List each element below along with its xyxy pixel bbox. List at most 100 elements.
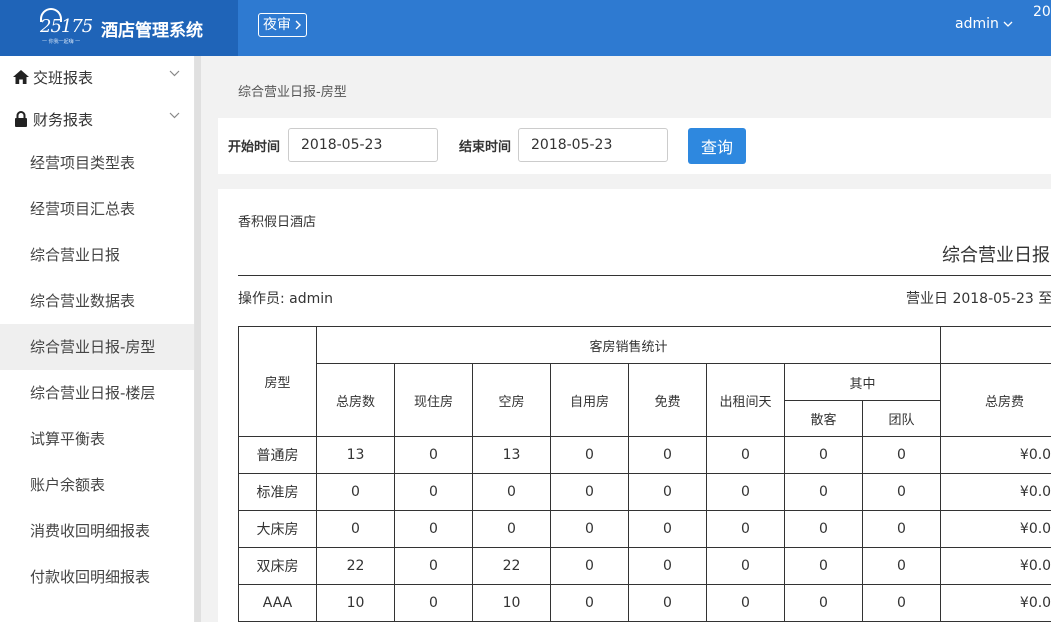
sidebar-item-business-data[interactable]: 综合营业数据表 [0, 278, 194, 324]
sidebar: 交班报表 财务报表 经营项目类型表 经营项目汇总表 综合营业日报 综合营业数据表… [0, 56, 195, 622]
cell-free: 0 [628, 473, 707, 511]
col-header-self-use: 自用房 [550, 363, 629, 437]
table-row: 双床房 22 0 22 0 0 0 0 0 ¥0.00 [238, 547, 1051, 585]
chevron-right-icon [295, 20, 301, 30]
cell-free: 0 [628, 436, 707, 474]
cell-rented: 0 [706, 473, 785, 511]
filter-panel: 开始时间 2018-05-23 结束时间 2018-05-23 查询 [218, 118, 1051, 174]
cell-free: 0 [628, 510, 707, 548]
cell-total: 0 [316, 473, 395, 511]
cell-vacant: 10 [472, 584, 551, 622]
cell-self-use: 0 [550, 547, 629, 585]
sidebar-item-business-type[interactable]: 经营项目类型表 [0, 140, 194, 186]
col-header-rented-days: 出租间天 [706, 363, 785, 437]
col-header-walk-in: 散客 [784, 400, 863, 437]
cell-rented: 0 [706, 584, 785, 622]
cell-occupied: 0 [394, 473, 473, 511]
sidebar-item-account-balance[interactable]: 账户余额表 [0, 462, 194, 508]
logo-number: 25175 [40, 16, 93, 37]
sidebar-item-daily-report[interactable]: 综合营业日报 [0, 232, 194, 278]
sidebar-item-daily-report-floor[interactable]: 综合营业日报-楼层 [0, 370, 194, 416]
sidebar-group-label: 财务报表 [33, 110, 94, 129]
cell-walk-in: 0 [784, 436, 863, 474]
brand-logo: 25175 一 你我一起嗨 一 [36, 8, 94, 48]
cell-total: 22 [316, 547, 395, 585]
cell-group: 0 [861, 510, 942, 548]
truncated-header-text: 20 [1033, 4, 1051, 20]
cell-total: 10 [316, 584, 395, 622]
report-table: 房型 客房销售统计 总房数 现住房 空房 自用房 免费 出租间天 其中 总房费 … [238, 326, 1051, 622]
col-header-occupied: 现住房 [394, 363, 473, 437]
cell-fee: ¥0.00 [940, 473, 1051, 511]
logo-area[interactable]: 25175 一 你我一起嗨 一 酒店管理系统 [0, 0, 238, 56]
chevron-down-icon [169, 69, 180, 80]
table-row: AAA 10 0 10 0 0 0 0 0 ¥0.00 [238, 584, 1051, 622]
report-panel: 香积假日酒店 综合营业日报 操作员: admin 营业日 2018-05-23 … [218, 189, 1051, 622]
query-button[interactable]: 查询 [688, 128, 746, 164]
app-title: 酒店管理系统 [101, 21, 203, 41]
chevron-down-icon [169, 111, 180, 122]
cell-group: 0 [861, 584, 942, 622]
col-header-free: 免费 [628, 363, 707, 437]
night-audit-label: 夜审 [263, 17, 291, 33]
end-date-label: 结束时间 [459, 140, 512, 155]
cell-group: 0 [861, 547, 942, 585]
home-icon [12, 70, 30, 84]
cell-occupied: 0 [394, 510, 473, 548]
cell-group: 0 [861, 473, 942, 511]
sidebar-item-trial-balance[interactable]: 试算平衡表 [0, 416, 194, 462]
business-date-label: 营业日 2018-05-23 至 [906, 291, 1051, 307]
sidebar-group-shift-reports[interactable]: 交班报表 [0, 56, 194, 98]
cell-vacant: 13 [472, 436, 551, 474]
cell-walk-in: 0 [784, 510, 863, 548]
sidebar-group-finance-reports[interactable]: 财务报表 [0, 98, 194, 140]
cell-room-type: 普通房 [238, 436, 317, 474]
user-menu[interactable]: admin [955, 16, 1013, 32]
sidebar-item-daily-report-room-type[interactable]: 综合营业日报-房型 [0, 324, 194, 370]
table-row: 标准房 0 0 0 0 0 0 0 0 ¥0.00 [238, 473, 1051, 511]
night-audit-button[interactable]: 夜审 [258, 13, 307, 37]
col-header-blank [940, 326, 1051, 364]
cell-rented: 0 [706, 436, 785, 474]
cell-vacant: 0 [472, 473, 551, 511]
cell-room-type: 双床房 [238, 547, 317, 585]
sidebar-item-business-summary[interactable]: 经营项目汇总表 [0, 186, 194, 232]
cell-self-use: 0 [550, 584, 629, 622]
col-header-group: 团队 [861, 400, 942, 437]
cell-occupied: 0 [394, 436, 473, 474]
col-header-sales-stats: 客房销售统计 [315, 326, 942, 364]
start-date-label: 开始时间 [228, 140, 281, 155]
cell-vacant: 0 [472, 510, 551, 548]
title-divider [238, 275, 1051, 276]
cell-self-use: 0 [550, 473, 629, 511]
logo-tagline: 一 你我一起嗨 一 [42, 39, 81, 45]
cell-walk-in: 0 [784, 547, 863, 585]
cell-vacant: 22 [472, 547, 551, 585]
top-bar: 25175 一 你我一起嗨 一 酒店管理系统 夜审 admin 20 [0, 0, 1051, 56]
table-row: 普通房 13 0 13 0 0 0 0 0 ¥0.00 [238, 436, 1051, 474]
cell-occupied: 0 [394, 584, 473, 622]
end-date-input[interactable]: 2018-05-23 [518, 128, 668, 162]
col-header-room-type: 房型 [238, 326, 317, 437]
breadcrumb: 综合营业日报-房型 [238, 85, 347, 100]
cell-fee: ¥0.00 [940, 436, 1051, 474]
sidebar-group-label: 交班报表 [33, 68, 94, 87]
cell-room-type: 大床房 [238, 510, 317, 548]
cell-occupied: 0 [394, 547, 473, 585]
cell-self-use: 0 [550, 510, 629, 548]
start-date-input[interactable]: 2018-05-23 [288, 128, 438, 162]
cell-total: 13 [316, 436, 395, 474]
cell-room-type: 标准房 [238, 473, 317, 511]
sidebar-item-payment-detail[interactable]: 付款收回明细报表 [0, 554, 194, 600]
lock-icon [12, 111, 30, 127]
col-header-vacant: 空房 [472, 363, 551, 437]
cell-walk-in: 0 [784, 584, 863, 622]
operator-label: 操作员: admin [238, 291, 334, 307]
main-content: 综合营业日报-房型 开始时间 2018-05-23 结束时间 2018-05-2… [201, 56, 1051, 622]
cell-rented: 0 [706, 510, 785, 548]
col-header-of-which: 其中 [783, 363, 942, 401]
chevron-down-icon [1003, 21, 1013, 27]
cell-rented: 0 [706, 547, 785, 585]
hotel-name: 香积假日酒店 [238, 215, 317, 230]
sidebar-item-consumption-detail[interactable]: 消费收回明细报表 [0, 508, 194, 554]
